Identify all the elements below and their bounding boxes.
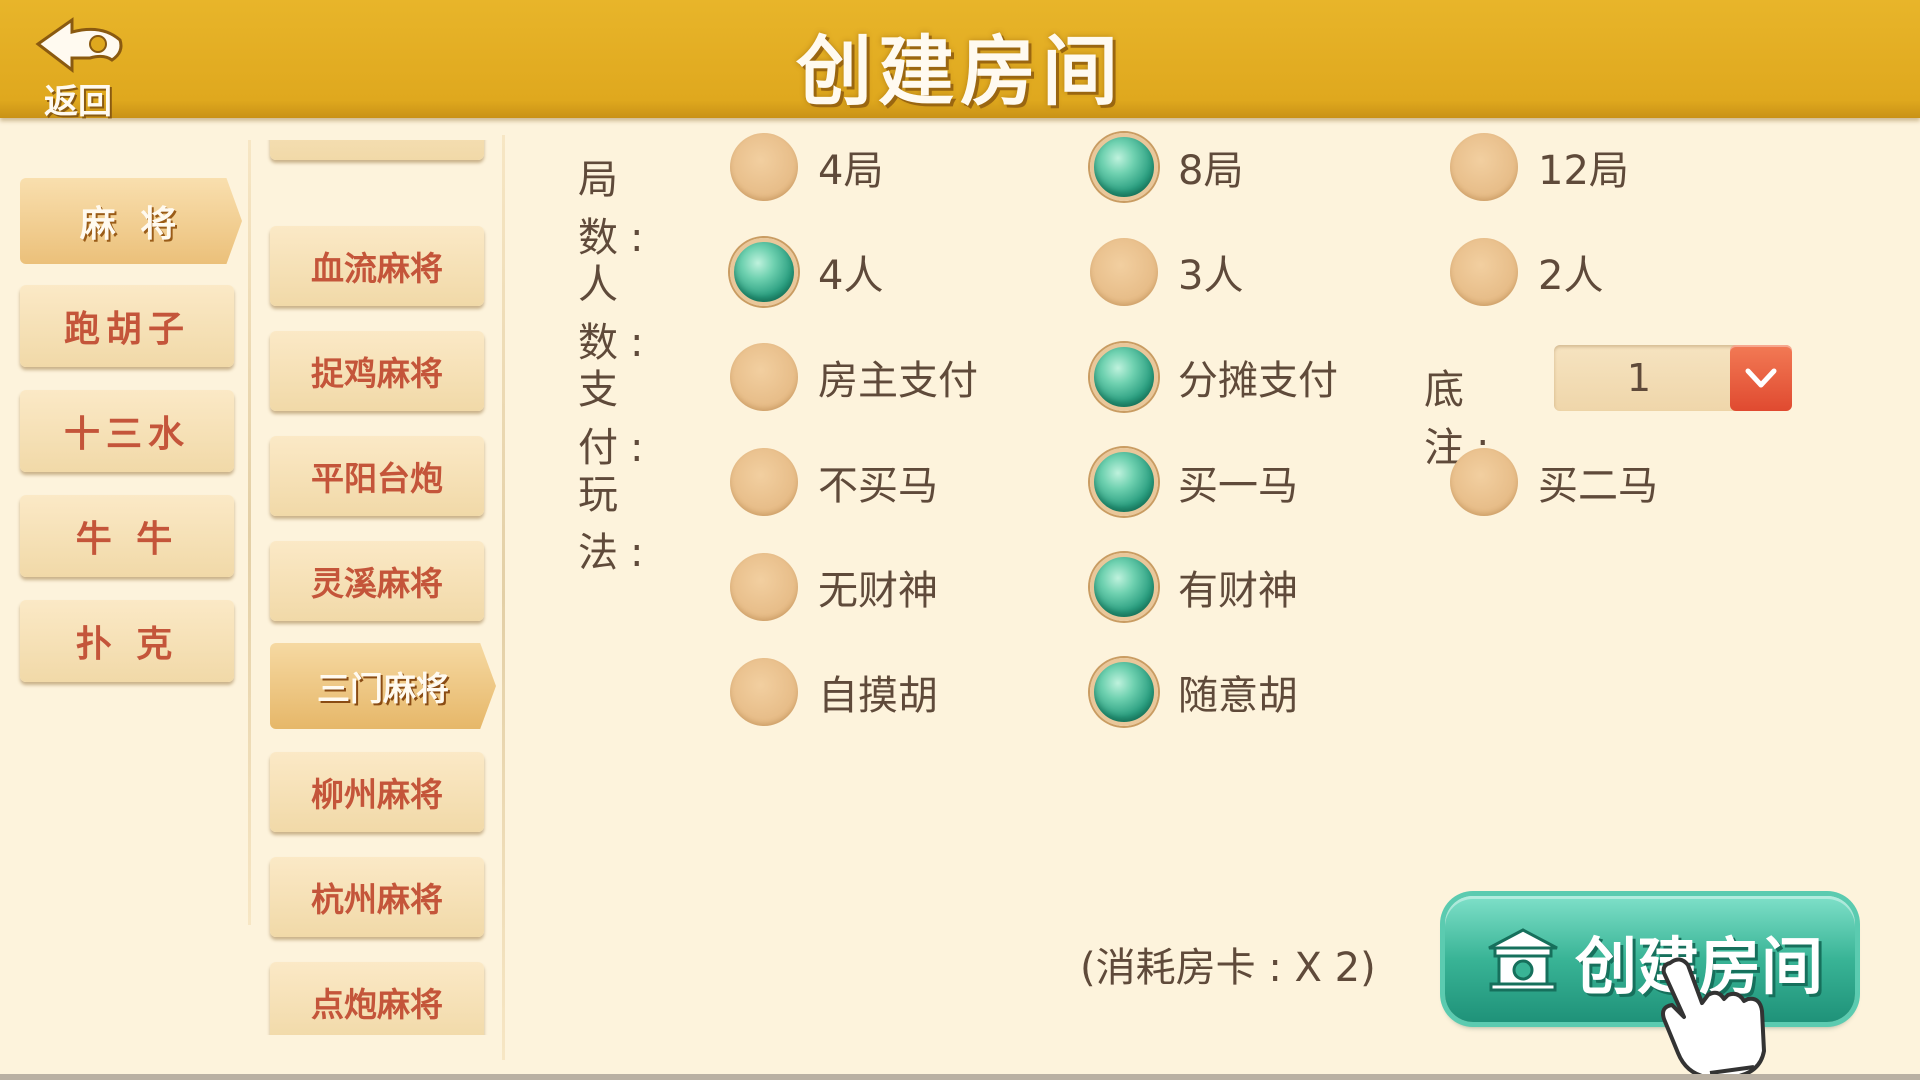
option-text: 分摊支付 xyxy=(1178,358,1338,404)
room-card-cost: (消耗房卡 : X 2) xyxy=(1080,945,1376,991)
rounds-option-12[interactable]: 12局 xyxy=(1450,132,1629,202)
gameplay-option-no-horse[interactable]: 不买马 xyxy=(730,447,938,517)
subgame-item[interactable] xyxy=(270,140,484,160)
house-icon xyxy=(1488,928,1558,992)
radio-button-selected[interactable] xyxy=(730,238,798,306)
subgame-hangzhou-mahjong[interactable]: 杭州麻将 xyxy=(270,857,484,937)
radio-button[interactable] xyxy=(1450,448,1518,516)
category-shisanshui[interactable]: 十三水 xyxy=(20,390,234,472)
rounds-option-8[interactable]: 8局 xyxy=(1090,132,1243,202)
option-text: 房主支付 xyxy=(818,358,978,404)
players-option-4[interactable]: 4人 xyxy=(730,237,883,307)
radio-button-selected[interactable] xyxy=(1090,658,1158,726)
option-text: 买二马 xyxy=(1538,463,1658,509)
subgame-dianpao-mahjong[interactable]: 点炮麻将 xyxy=(270,962,484,1035)
radio-button[interactable] xyxy=(730,133,798,201)
category-niuniu[interactable]: 牛 牛 xyxy=(20,495,234,577)
base-bet-value: 1 xyxy=(1626,356,1652,400)
base-bet-select[interactable]: 1 xyxy=(1554,345,1792,411)
gameplay-option-wildcard[interactable]: 有财神 xyxy=(1090,552,1298,622)
subgame-zhuoji-mahjong[interactable]: 捉鸡麻将 xyxy=(270,331,484,411)
option-text: 不买马 xyxy=(818,463,938,509)
option-text: 自摸胡 xyxy=(818,673,938,719)
category-divider xyxy=(248,140,251,925)
option-text: 随意胡 xyxy=(1178,673,1298,719)
payment-option-split[interactable]: 分摊支付 xyxy=(1090,342,1338,412)
subgame-list[interactable]: 血流麻将 捉鸡麻将 平阳台炮 灵溪麻将 三门麻将 柳州麻将 杭州麻将 点炮麻将 xyxy=(262,140,512,1035)
option-text: 有财神 xyxy=(1178,568,1298,614)
option-text: 无财神 xyxy=(818,568,938,614)
subgame-liuzhou-mahjong[interactable]: 柳州麻将 xyxy=(270,752,484,832)
radio-button-selected[interactable] xyxy=(1090,343,1158,411)
page-title: 创建房间 xyxy=(796,27,1124,116)
gameplay-option-self-draw[interactable]: 自摸胡 xyxy=(730,657,938,727)
chevron-down-icon xyxy=(1745,368,1777,388)
hand-pointer-icon xyxy=(1661,957,1766,1079)
subgame-lingxi-mahjong[interactable]: 灵溪麻将 xyxy=(270,541,484,621)
bottom-border xyxy=(0,1074,1920,1080)
option-text: 3人 xyxy=(1178,253,1244,299)
option-text: 8局 xyxy=(1178,148,1244,194)
radio-button[interactable] xyxy=(730,658,798,726)
radio-button[interactable] xyxy=(730,343,798,411)
option-text: 4局 xyxy=(818,148,884,194)
players-option-2[interactable]: 2人 xyxy=(1450,237,1603,307)
option-text: 买一马 xyxy=(1178,463,1298,509)
gameplay-label: 玩 法: xyxy=(578,472,656,576)
dropdown-button[interactable] xyxy=(1730,345,1792,411)
payment-option-host[interactable]: 房主支付 xyxy=(730,342,978,412)
radio-button-selected[interactable] xyxy=(1090,553,1158,621)
radio-button[interactable] xyxy=(730,448,798,516)
payment-label: 支 付: xyxy=(578,367,656,471)
rounds-label: 局 数: xyxy=(578,157,656,261)
gameplay-option-two-horse[interactable]: 买二马 xyxy=(1450,447,1658,517)
radio-button-selected[interactable] xyxy=(1090,448,1158,516)
option-text: 12局 xyxy=(1538,148,1629,194)
subgame-pingyang-taipao[interactable]: 平阳台炮 xyxy=(270,436,484,516)
option-text: 2人 xyxy=(1538,253,1604,299)
players-label: 人 数: xyxy=(578,262,656,366)
subgame-sanmen-mahjong[interactable]: 三门麻将 xyxy=(270,643,496,729)
option-text: 4人 xyxy=(818,253,884,299)
gameplay-option-any-win[interactable]: 随意胡 xyxy=(1090,657,1298,727)
radio-button[interactable] xyxy=(730,553,798,621)
radio-button[interactable] xyxy=(1450,238,1518,306)
category-poker[interactable]: 扑 克 xyxy=(20,600,234,682)
gameplay-option-no-wildcard[interactable]: 无财神 xyxy=(730,552,938,622)
players-option-3[interactable]: 3人 xyxy=(1090,237,1243,307)
gameplay-option-one-horse[interactable]: 买一马 xyxy=(1090,447,1298,517)
rounds-option-4[interactable]: 4局 xyxy=(730,132,883,202)
category-paohuzi[interactable]: 跑胡子 xyxy=(20,285,234,367)
radio-button[interactable] xyxy=(1090,238,1158,306)
header-bar: 返回 创建房间 xyxy=(0,0,1920,122)
radio-button-selected[interactable] xyxy=(1090,133,1158,201)
category-mahjong[interactable]: 麻 将 xyxy=(20,178,242,264)
radio-button[interactable] xyxy=(1450,133,1518,201)
subgame-xueliu-mahjong[interactable]: 血流麻将 xyxy=(270,226,484,306)
